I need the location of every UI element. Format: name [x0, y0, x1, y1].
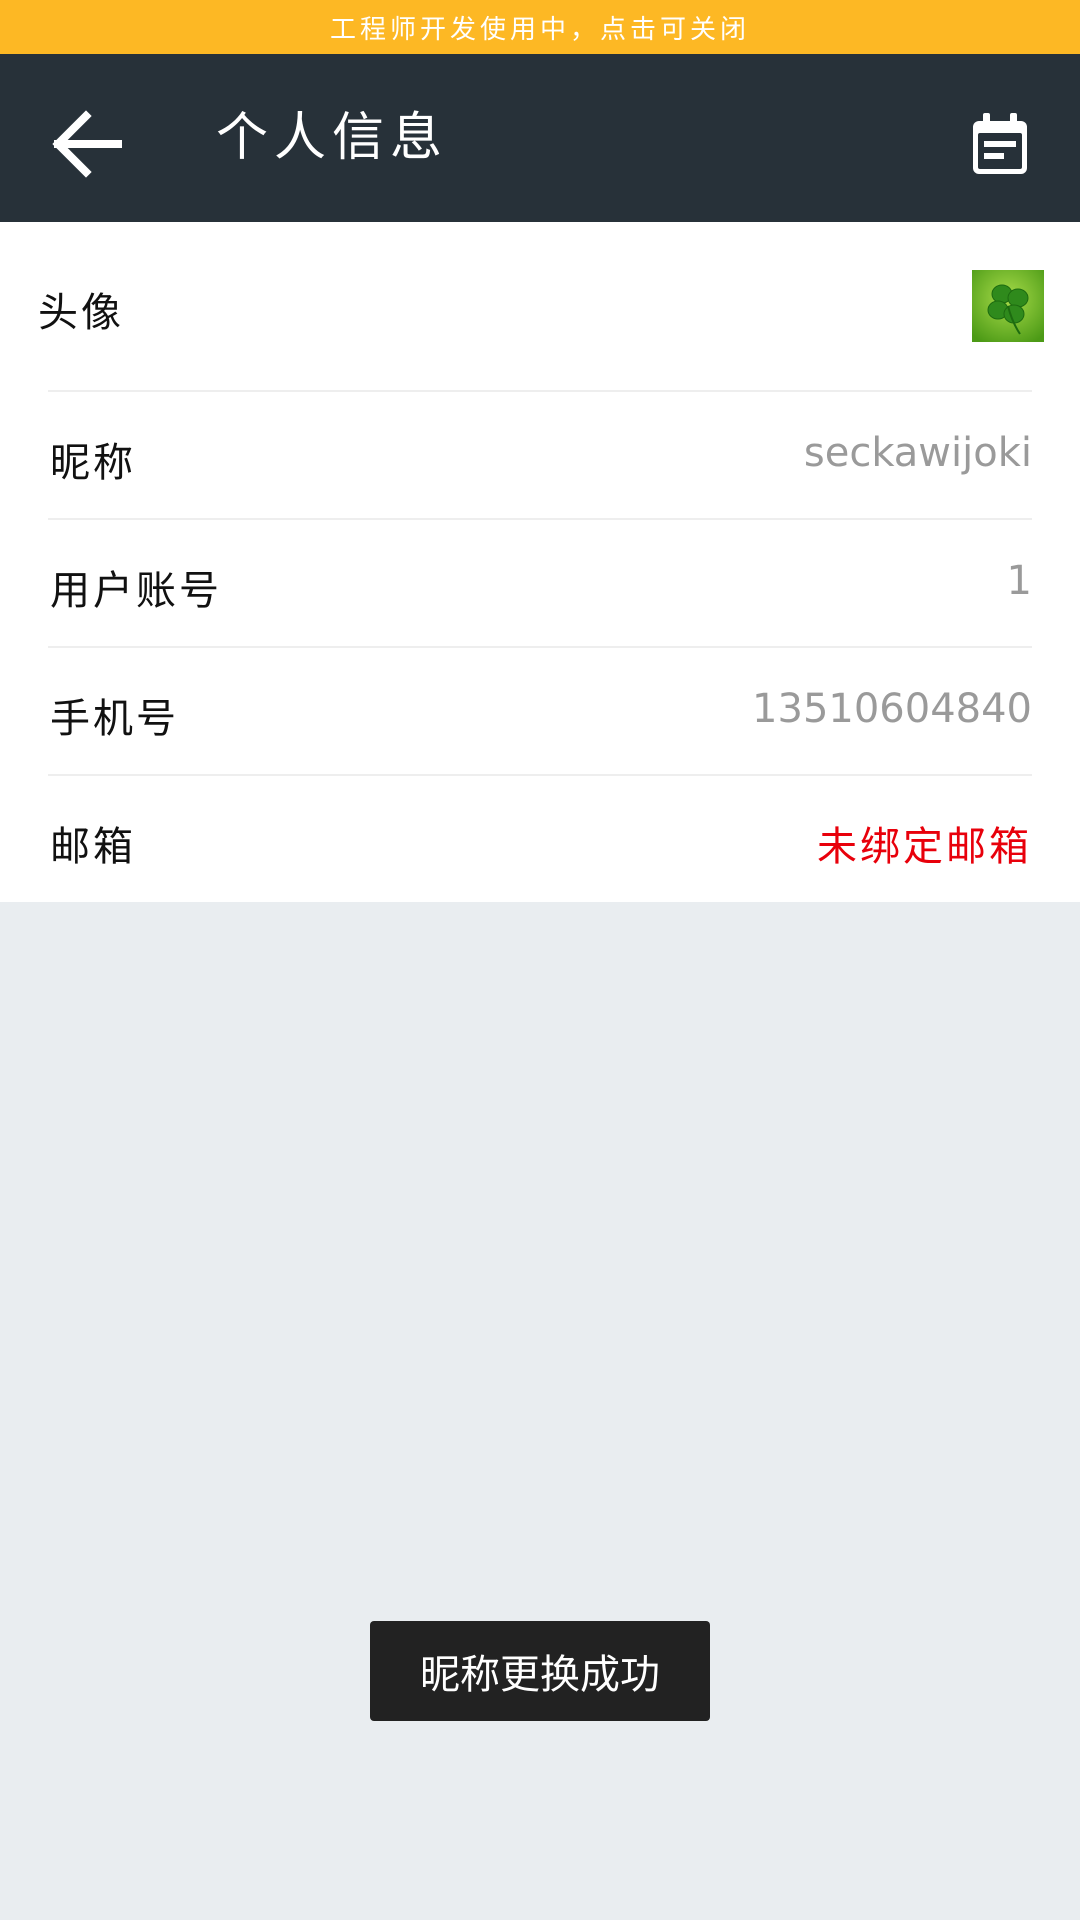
toast-text: 昵称更换成功	[420, 1652, 660, 1698]
email-row[interactable]: 邮箱 未绑定邮箱	[0, 776, 1080, 902]
email-label: 邮箱	[50, 824, 136, 870]
avatar-label: 头像	[38, 290, 124, 336]
back-button[interactable]	[38, 96, 134, 192]
nickname-label: 昵称	[50, 440, 136, 486]
phone-label: 手机号	[50, 696, 179, 742]
arrow-left-icon	[52, 110, 122, 178]
dev-mode-banner[interactable]: 工程师开发使用中，点击可关闭	[0, 0, 1080, 54]
account-row[interactable]: 用户账号 1	[0, 520, 1080, 646]
nickname-value: seckawijoki	[803, 430, 1032, 476]
dev-mode-banner-text: 工程师开发使用中，点击可关闭	[329, 14, 750, 45]
page-title: 个人信息	[216, 108, 449, 168]
account-label: 用户账号	[50, 568, 222, 614]
calendar-note-icon	[973, 113, 1027, 174]
account-value: 1	[1006, 558, 1032, 604]
avatar-row[interactable]: 头像	[0, 222, 1080, 390]
phone-value: 13510604840	[752, 686, 1032, 732]
calendar-button[interactable]	[952, 96, 1048, 192]
phone-row[interactable]: 手机号 13510604840	[0, 648, 1080, 774]
nickname-row[interactable]: 昵称 seckawijoki	[0, 392, 1080, 518]
avatar-image	[972, 270, 1044, 342]
email-value: 未绑定邮箱	[817, 824, 1032, 870]
app-bar: 个人信息	[0, 54, 1080, 222]
profile-info-list: 头像 昵称 seckawijoki 用户账号 1 手机号 13510604840…	[0, 222, 1080, 902]
toast-message: 昵称更换成功	[370, 1621, 710, 1721]
